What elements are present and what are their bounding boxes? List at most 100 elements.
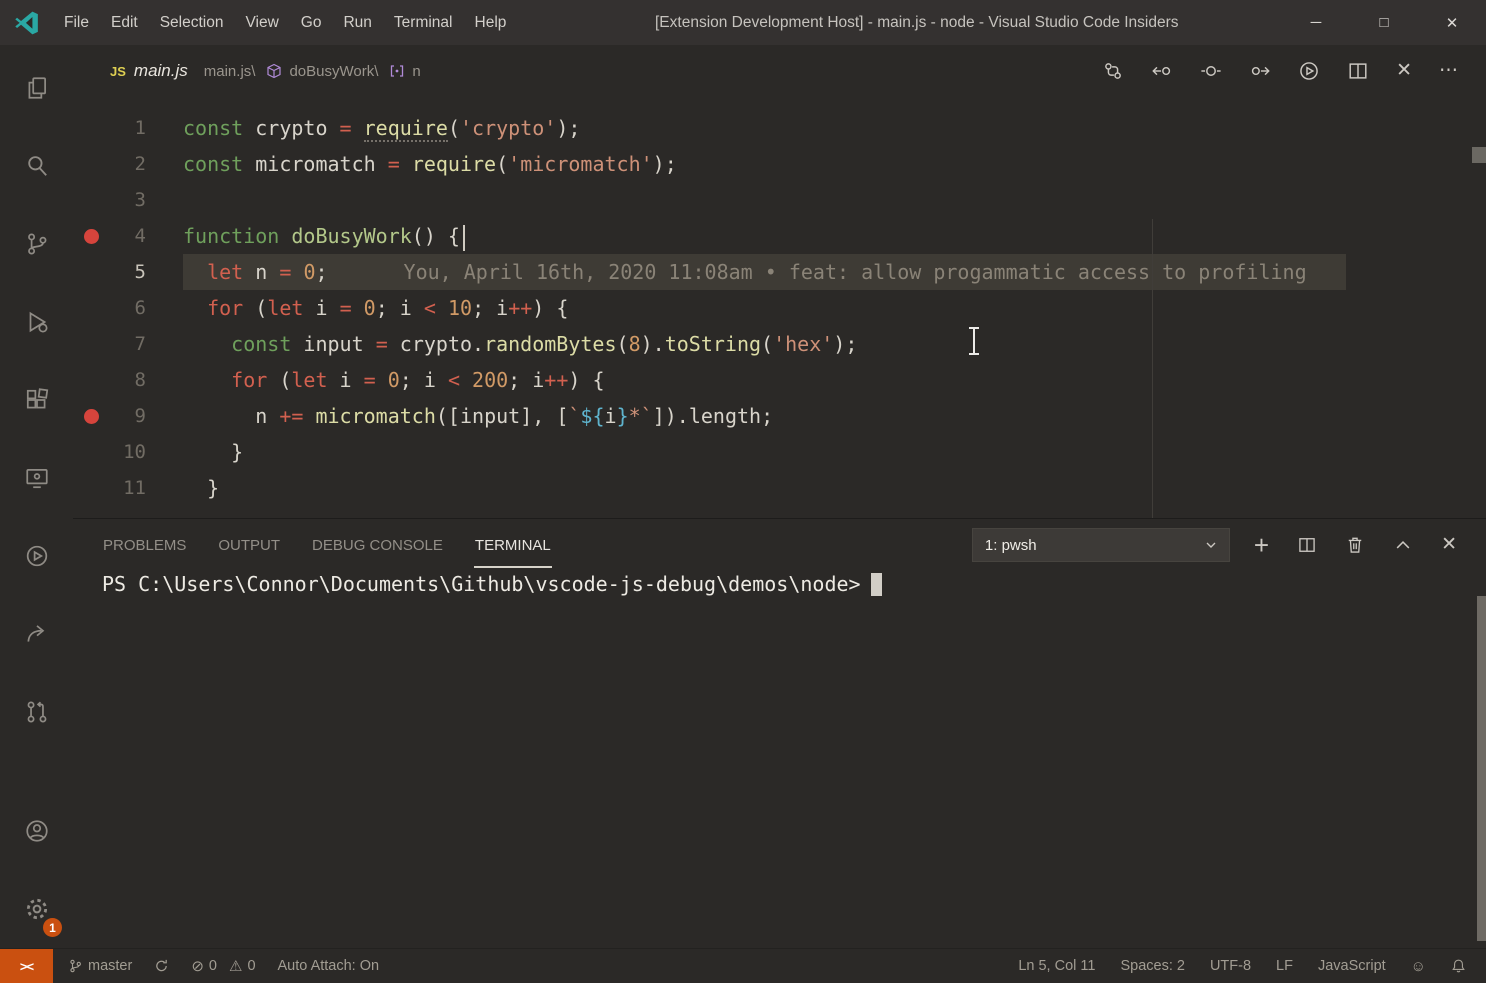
record-button[interactable]	[1200, 60, 1222, 82]
code-text[interactable]: const micromatch = require('micromatch')…	[183, 146, 1346, 182]
open-changes-button[interactable]	[1102, 60, 1124, 82]
code-text[interactable]: }	[183, 470, 1346, 506]
breadcrumb-variable[interactable]: n	[412, 63, 420, 80]
code-line: 2 const micromatch = require('micromatch'…	[73, 146, 1486, 182]
run-debug-icon	[24, 309, 50, 335]
line-number: 2	[110, 146, 146, 182]
new-terminal-button[interactable]: +	[1254, 535, 1269, 555]
tab-debug-console[interactable]: DEBUG CONSOLE	[311, 522, 444, 568]
encoding-status[interactable]: UTF-8	[1210, 958, 1251, 974]
tab-problems[interactable]: PROBLEMS	[102, 522, 187, 568]
code-token: let	[291, 368, 327, 392]
close-panel-button[interactable]: ✕	[1441, 535, 1457, 555]
eol-status[interactable]: LF	[1276, 958, 1293, 974]
breakpoint-gutter[interactable]	[73, 470, 110, 506]
breakpoint-gutter[interactable]	[73, 218, 110, 254]
more-actions-button[interactable]: ⋯	[1439, 61, 1458, 81]
activity-account[interactable]	[0, 792, 73, 870]
code-token: <	[448, 368, 460, 392]
code-editor[interactable]: 1const crypto = require('crypto');2const…	[73, 97, 1486, 518]
line-number: 7	[110, 326, 146, 362]
code-text[interactable]: for (let i = 0; i < 200; i++) {	[183, 362, 1346, 398]
menu-terminal[interactable]: Terminal	[383, 9, 464, 37]
notifications-button[interactable]	[1451, 958, 1466, 974]
feedback-button[interactable]: ☺	[1411, 959, 1426, 974]
activity-extensions[interactable]	[0, 361, 73, 439]
remote-indicator[interactable]: ><	[0, 949, 53, 983]
title-bar: File Edit Selection View Go Run Terminal…	[0, 0, 1486, 45]
code-text[interactable]: }	[183, 434, 1346, 470]
sync-status[interactable]	[154, 958, 169, 974]
code-text[interactable]: const crypto = require('crypto');	[183, 110, 1346, 146]
breakpoint-gutter[interactable]	[73, 182, 110, 218]
code-text[interactable]: for (let i = 0; i < 10; i++) {	[183, 290, 1346, 326]
indentation-status[interactable]: Spaces: 2	[1120, 958, 1185, 974]
code-text[interactable]: function doBusyWork() {	[183, 218, 1346, 254]
breakpoint-gutter[interactable]	[73, 146, 110, 182]
activity-explorer[interactable]	[0, 49, 73, 127]
kill-terminal-button[interactable]	[1345, 535, 1365, 555]
tab-terminal[interactable]: TERMINAL	[474, 522, 552, 568]
activity-run-circle[interactable]	[0, 517, 73, 595]
breakpoint-dot[interactable]	[84, 229, 99, 244]
status-left: master ⊘ 0 ⚠ 0 Auto Attach: On	[53, 958, 379, 974]
auto-attach-status[interactable]: Auto Attach: On	[278, 958, 380, 974]
activity-remote-explorer[interactable]	[0, 439, 73, 517]
step-forward-button[interactable]	[1249, 60, 1271, 82]
cursor-position-status[interactable]: Ln 5, Col 11	[1018, 958, 1095, 974]
close-editor-button[interactable]: ✕	[1396, 61, 1412, 81]
breakpoint-dot[interactable]	[84, 409, 99, 424]
minimize-button[interactable]: ─	[1282, 0, 1350, 45]
code-text[interactable]: let n = 0;You, April 16th, 2020 11:08am …	[183, 254, 1346, 290]
code-token: }	[617, 404, 629, 428]
menu-selection[interactable]: Selection	[149, 9, 235, 37]
code-text[interactable]	[183, 182, 1346, 218]
breakpoint-gutter[interactable]	[73, 290, 110, 326]
run-profile-button[interactable]	[1298, 60, 1320, 82]
terminal-scrollbar[interactable]	[1477, 596, 1486, 941]
breakpoint-gutter[interactable]	[73, 362, 110, 398]
menu-file[interactable]: File	[53, 9, 100, 37]
code-line: 10 }	[73, 434, 1486, 470]
close-button[interactable]: ✕	[1418, 0, 1486, 45]
breakpoint-gutter[interactable]	[73, 326, 110, 362]
activity-search[interactable]	[0, 127, 73, 205]
activity-source-control[interactable]	[0, 205, 73, 283]
code-token: (	[448, 116, 460, 140]
problems-status[interactable]: ⊘ 0 ⚠ 0	[191, 958, 255, 974]
split-terminal-button[interactable]	[1297, 535, 1317, 555]
terminal[interactable]: PS C:\Users\Connor\Documents\Github\vsco…	[73, 571, 1486, 948]
maximize-panel-button[interactable]	[1393, 535, 1413, 555]
code-line: 8 for (let i = 0; i < 200; i++) {	[73, 362, 1486, 398]
breadcrumb-file[interactable]: main.js\	[204, 63, 256, 80]
explorer-icon	[24, 75, 50, 101]
breakpoint-gutter[interactable]	[73, 398, 110, 434]
breakpoint-gutter[interactable]	[73, 434, 110, 470]
breakpoint-gutter[interactable]	[73, 110, 110, 146]
menu-help[interactable]: Help	[464, 9, 518, 37]
code-text[interactable]: const input = crypto.randomBytes(8).toSt…	[183, 326, 1346, 362]
language-status[interactable]: JavaScript	[1318, 958, 1386, 974]
tab-output[interactable]: OUTPUT	[217, 522, 281, 568]
split-editor-button[interactable]	[1347, 60, 1369, 82]
menu-go[interactable]: Go	[290, 9, 333, 37]
line-number: 11	[110, 470, 146, 506]
breakpoint-gutter[interactable]	[73, 254, 110, 290]
maximize-button[interactable]: □	[1350, 0, 1418, 45]
github-pull-request-icon	[24, 699, 50, 725]
step-back-button[interactable]	[1151, 60, 1173, 82]
activity-run-debug[interactable]	[0, 283, 73, 361]
code-token: n	[243, 260, 279, 284]
branch-status[interactable]: master	[68, 958, 132, 974]
breadcrumb-function[interactable]: doBusyWork\	[289, 63, 378, 80]
menu-edit[interactable]: Edit	[100, 9, 149, 37]
menu-view[interactable]: View	[234, 9, 289, 37]
activity-live-share[interactable]	[0, 595, 73, 673]
menu-run[interactable]: Run	[332, 9, 382, 37]
code-text[interactable]: n += micromatch([input], [`${i}*`]).leng…	[183, 398, 1346, 434]
activity-github-pr[interactable]	[0, 673, 73, 751]
activity-settings[interactable]: 1	[0, 870, 73, 948]
tab-main-js[interactable]: main.js	[134, 61, 188, 81]
terminal-picker[interactable]: 1: pwsh	[972, 528, 1230, 562]
editor-scrollbar[interactable]	[1472, 147, 1486, 163]
